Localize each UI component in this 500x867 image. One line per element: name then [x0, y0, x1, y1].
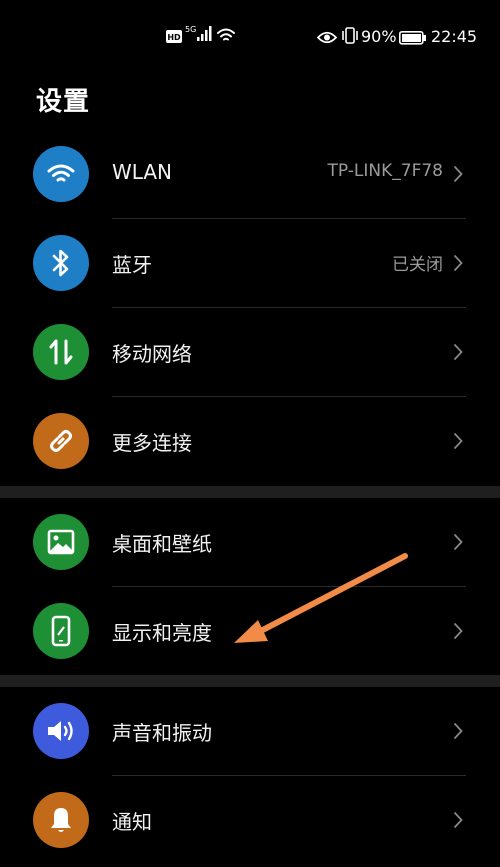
section-separator	[0, 675, 500, 687]
settings-item-mobile-network[interactable]: 移动网络	[0, 308, 500, 397]
settings-item-value: TP-LINK_7F78	[327, 161, 443, 181]
settings-item-notifications[interactable]: 通知	[0, 776, 500, 865]
settings-item-bluetooth[interactable]: 蓝牙 已关闭	[0, 219, 500, 308]
link-icon	[33, 413, 89, 469]
battery-percent: 90%	[361, 27, 397, 46]
eye-icon	[316, 29, 338, 48]
bell-icon	[33, 792, 89, 848]
settings-item-label: 显示和亮度	[112, 621, 212, 645]
speaker-icon	[33, 703, 89, 759]
settings-item-label: 声音和振动	[112, 721, 212, 745]
chevron-right-icon	[453, 343, 463, 361]
settings-item-display-brightness[interactable]: 显示和亮度	[0, 587, 500, 676]
signal-icon: 5G	[185, 24, 213, 48]
settings-item-more-connections[interactable]: 更多连接	[0, 397, 500, 486]
svg-text:5G: 5G	[185, 25, 196, 34]
wifi-icon	[33, 146, 89, 202]
bluetooth-icon	[33, 235, 89, 291]
settings-item-label: WLAN	[112, 160, 173, 184]
chevron-right-icon	[453, 622, 463, 640]
chevron-right-icon	[453, 811, 463, 829]
section-separator	[0, 486, 500, 498]
settings-group-connections: WLAN TP-LINK_7F78 蓝牙 已关闭 移动网络 更多连接	[0, 130, 500, 486]
phone-brightness-icon	[33, 603, 89, 659]
settings-item-label: 移动网络	[112, 342, 192, 366]
settings-item-wlan[interactable]: WLAN TP-LINK_7F78	[0, 130, 500, 219]
chevron-right-icon	[453, 254, 463, 272]
status-bar: HD 5G 90% 22:45	[0, 0, 500, 60]
settings-item-home-wallpaper[interactable]: 桌面和壁纸	[0, 498, 500, 587]
chevron-right-icon	[453, 722, 463, 740]
settings-item-label: 蓝牙	[112, 253, 152, 277]
image-icon	[33, 514, 89, 570]
settings-item-sound-vibration[interactable]: 声音和振动	[0, 687, 500, 776]
svg-text:HD: HD	[167, 33, 181, 42]
chevron-right-icon	[453, 165, 463, 183]
chevron-right-icon	[453, 533, 463, 551]
settings-group-display: 桌面和壁纸 显示和亮度	[0, 498, 500, 676]
settings-item-label: 桌面和壁纸	[112, 532, 212, 556]
mobile-data-icon	[33, 324, 89, 380]
settings-item-label: 更多连接	[112, 431, 192, 455]
battery-icon	[399, 30, 427, 49]
clock: 22:45	[431, 27, 478, 46]
settings-group-sound-notifications: 声音和振动 通知	[0, 687, 500, 865]
vibrate-icon	[340, 27, 360, 48]
wifi-status-icon	[216, 27, 236, 47]
chevron-right-icon	[453, 432, 463, 450]
settings-item-label: 通知	[112, 810, 152, 834]
settings-item-value: 已关闭	[392, 255, 443, 275]
hd-icon: HD	[166, 28, 182, 47]
page-title: 设置	[36, 87, 91, 117]
